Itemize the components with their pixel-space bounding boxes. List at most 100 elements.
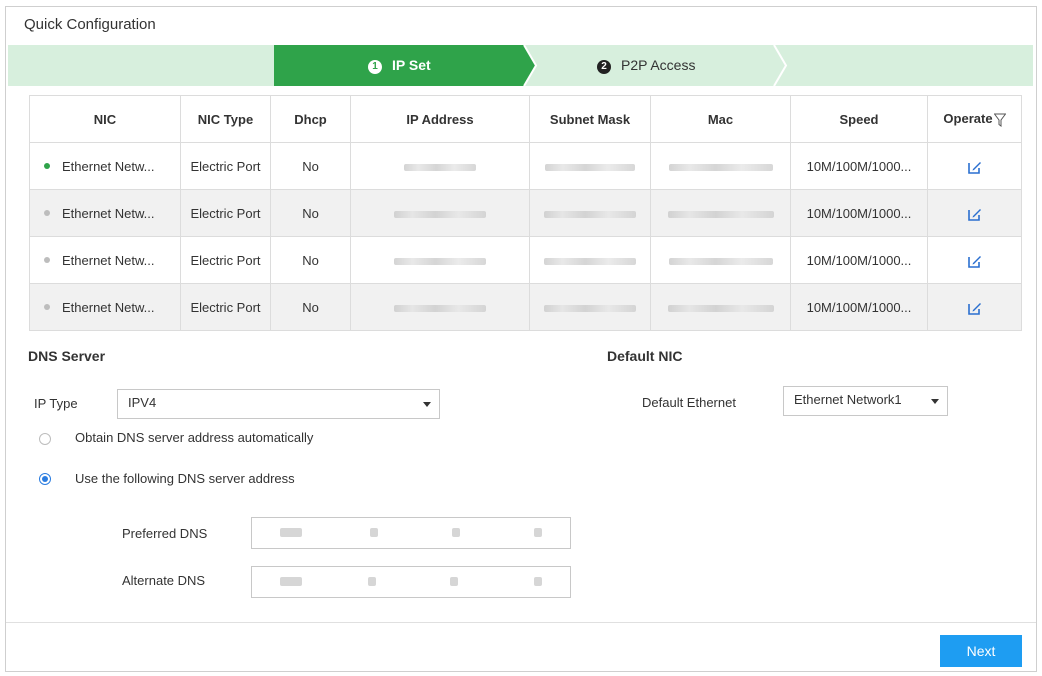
operate-cell	[927, 189, 1022, 237]
operate-header-label: Operate	[943, 111, 993, 127]
operate-cell	[927, 236, 1022, 284]
use-following-dns-label[interactable]: Use the following DNS server address	[75, 471, 295, 486]
nic-type-cell: Electric Port	[180, 189, 271, 237]
table-row[interactable]: Ethernet Netw... Electric Port No 10M/10…	[29, 236, 1022, 284]
ip-address-cell	[350, 142, 530, 190]
redacted-octet	[370, 528, 378, 537]
nic-cell: Ethernet Netw...	[29, 189, 181, 237]
redacted-octet	[534, 577, 542, 586]
mac-cell	[650, 236, 791, 284]
column-header-nic-type[interactable]: NIC Type	[180, 95, 271, 143]
step-number-badge: 1	[368, 60, 382, 74]
redacted-octet	[280, 577, 302, 586]
nic-cell: Ethernet Netw...	[29, 236, 181, 284]
ip-address-cell	[350, 283, 530, 331]
step-2-arrow	[773, 45, 788, 86]
ip-type-label: IP Type	[34, 396, 78, 411]
table-header-row: NIC NIC Type Dhcp IP Address Subnet Mask…	[29, 95, 1022, 143]
step-label: P2P Access	[621, 57, 696, 73]
redacted-value	[545, 163, 635, 171]
redacted-value	[667, 304, 774, 312]
column-header-subnet-mask[interactable]: Subnet Mask	[529, 95, 651, 143]
nic-type-cell: Electric Port	[180, 236, 271, 284]
nic-name: Ethernet Netw...	[62, 205, 155, 221]
ip-address-cell	[350, 236, 530, 284]
redacted-value	[544, 304, 636, 312]
mac-cell	[650, 283, 791, 331]
link-status-dot	[44, 303, 50, 310]
redacted-octet	[368, 577, 376, 586]
footer-divider	[6, 622, 1036, 623]
column-header-mac[interactable]: Mac	[650, 95, 791, 143]
link-status-dot	[44, 256, 50, 263]
step-ip-set[interactable]: 1 IP Set	[368, 45, 431, 86]
step-arrows	[274, 45, 788, 86]
dhcp-cell: No	[270, 142, 351, 190]
edit-icon[interactable]	[967, 301, 982, 315]
speed-cell: 10M/100M/1000...	[790, 189, 928, 237]
redacted-value	[404, 163, 476, 171]
edit-icon[interactable]	[967, 160, 982, 174]
default-ethernet-select[interactable]: Ethernet Network1	[783, 386, 948, 416]
subnet-mask-cell	[529, 283, 651, 331]
radio-use-following-dns[interactable]	[39, 473, 51, 485]
column-header-dhcp[interactable]: Dhcp	[270, 95, 351, 143]
speed-cell: 10M/100M/1000...	[790, 283, 928, 331]
redacted-octet	[534, 528, 542, 537]
dhcp-cell: No	[270, 236, 351, 284]
dhcp-cell: No	[270, 189, 351, 237]
column-header-ip-address[interactable]: IP Address	[350, 95, 530, 143]
mac-cell	[650, 189, 791, 237]
dhcp-cell: No	[270, 283, 351, 331]
radio-obtain-dns-auto[interactable]	[39, 433, 51, 445]
nic-table: NIC NIC Type Dhcp IP Address Subnet Mask…	[29, 95, 1022, 331]
redacted-value	[394, 304, 486, 312]
column-header-speed[interactable]: Speed	[790, 95, 928, 143]
chevron-down-icon	[931, 399, 939, 404]
subnet-mask-cell	[529, 236, 651, 284]
ip-type-select[interactable]: IPV4	[117, 389, 440, 419]
nic-name: Ethernet Netw...	[62, 158, 155, 174]
redacted-value	[668, 163, 773, 171]
subnet-mask-cell	[529, 142, 651, 190]
alternate-dns-label: Alternate DNS	[122, 573, 206, 588]
obtain-dns-auto-label[interactable]: Obtain DNS server address automatically	[75, 430, 313, 445]
window-title: Quick Configuration	[24, 16, 156, 33]
redacted-value	[667, 210, 774, 218]
table-row[interactable]: Ethernet Netw... Electric Port No 10M/10…	[29, 142, 1022, 190]
speed-cell: 10M/100M/1000...	[790, 236, 928, 284]
preferred-dns-input[interactable]	[251, 517, 571, 549]
speed-cell: 10M/100M/1000...	[790, 142, 928, 190]
nic-cell: Ethernet Netw...	[29, 142, 181, 190]
nic-name: Ethernet Netw...	[62, 252, 155, 268]
nic-cell: Ethernet Netw...	[29, 283, 181, 331]
redacted-value	[668, 257, 773, 265]
operate-cell	[927, 142, 1022, 190]
redacted-value	[394, 210, 486, 218]
dns-server-heading: DNS Server	[28, 348, 106, 364]
redacted-value	[544, 210, 636, 218]
operate-cell	[927, 283, 1022, 331]
default-nic-heading: Default NIC	[607, 348, 683, 364]
redacted-octet	[280, 528, 302, 537]
nic-name: Ethernet Netw...	[62, 299, 155, 315]
nic-type-cell: Electric Port	[180, 142, 271, 190]
filter-icon[interactable]	[993, 113, 1006, 127]
next-button[interactable]: Next	[940, 635, 1022, 667]
ip-type-value: IPV4	[128, 395, 157, 410]
table-row[interactable]: Ethernet Netw... Electric Port No 10M/10…	[29, 189, 1022, 237]
alternate-dns-input[interactable]	[251, 566, 571, 598]
ip-address-cell	[350, 189, 530, 237]
edit-icon[interactable]	[967, 207, 982, 221]
column-header-nic[interactable]: NIC	[29, 95, 181, 143]
column-header-operate[interactable]: Operate	[927, 95, 1022, 143]
step-progress-bar	[8, 45, 1033, 86]
default-ethernet-label: Default Ethernet	[642, 395, 736, 410]
edit-icon[interactable]	[967, 254, 982, 268]
nic-type-cell: Electric Port	[180, 283, 271, 331]
chevron-down-icon	[423, 402, 431, 407]
redacted-octet	[450, 577, 458, 586]
default-ethernet-value: Ethernet Network1	[794, 392, 902, 407]
table-row[interactable]: Ethernet Netw... Electric Port No 10M/10…	[29, 283, 1022, 331]
step-p2p-access[interactable]: 2 P2P Access	[597, 45, 695, 86]
